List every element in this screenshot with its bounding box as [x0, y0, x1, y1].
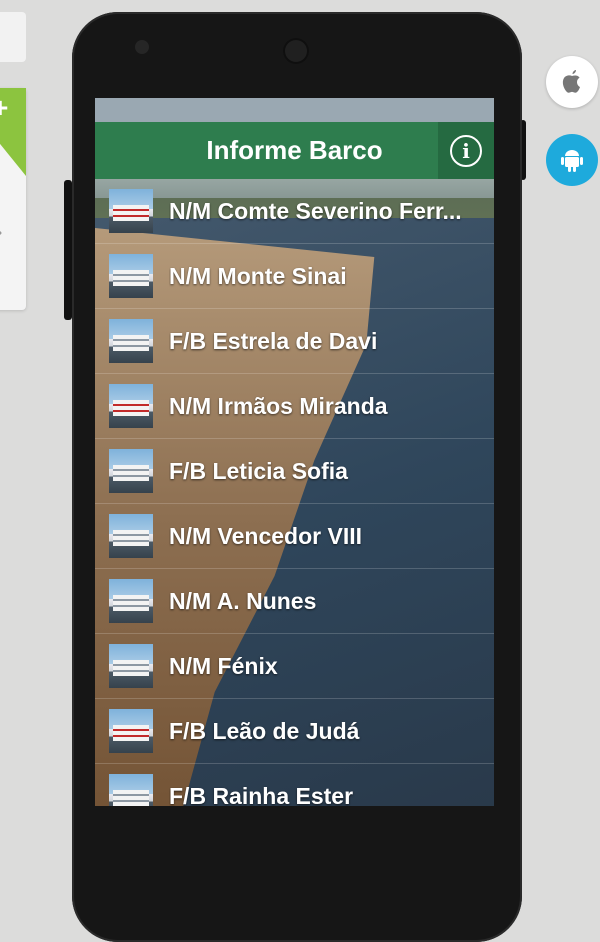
- list-item[interactable]: N/M Fénix: [95, 634, 494, 699]
- list-item[interactable]: F/B Leão de Judá: [95, 699, 494, 764]
- list-item[interactable]: F/B Rainha Ester: [95, 764, 494, 806]
- left-panel-top: [0, 12, 26, 62]
- phone-camera: [283, 38, 309, 64]
- apple-icon: [562, 70, 580, 93]
- boat-thumbnail: [109, 189, 153, 233]
- chevron-right-icon[interactable]: ›: [0, 216, 3, 247]
- boat-name: F/B Estrela de Davi: [169, 327, 378, 354]
- boat-thumbnail: [109, 709, 153, 753]
- list-item[interactable]: N/M Vencedor VIII: [95, 504, 494, 569]
- boat-name: F/B Leão de Judá: [169, 717, 360, 744]
- phone-sensor: [135, 40, 149, 54]
- boat-name: N/M Comte Severino Ferr...: [169, 197, 462, 224]
- phone-volume-button: [64, 180, 72, 320]
- boat-thumbnail: [109, 644, 153, 688]
- app-header: Informe Barco i: [95, 122, 494, 179]
- info-button[interactable]: i: [438, 122, 494, 179]
- boat-thumbnail: [109, 774, 153, 806]
- boat-name: N/M Vencedor VIII: [169, 522, 362, 549]
- boat-name: N/M A. Nunes: [169, 587, 317, 614]
- page-title: Informe Barco: [206, 135, 383, 165]
- boat-name: F/B Leticia Sofia: [169, 457, 348, 484]
- list-item[interactable]: F/B Leticia Sofia: [95, 439, 494, 504]
- boat-thumbnail: [109, 254, 153, 298]
- apple-platform-button[interactable]: [546, 56, 598, 108]
- boat-name: N/M Monte Sinai: [169, 262, 347, 289]
- boat-thumbnail: [109, 449, 153, 493]
- android-icon: [561, 150, 583, 172]
- boat-thumbnail: [109, 514, 153, 558]
- list-item[interactable]: F/B Estrela de Davi: [95, 309, 494, 374]
- boat-name: N/M Fénix: [169, 652, 278, 679]
- list-item[interactable]: N/M A. Nunes: [95, 569, 494, 634]
- app-screen: Informe Barco i N/M Comte Severino Ferr.…: [95, 98, 494, 806]
- status-bar: [95, 98, 494, 122]
- info-icon: i: [450, 134, 482, 167]
- boat-name: F/B Rainha Ester: [169, 782, 354, 807]
- list-item[interactable]: N/M Comte Severino Ferr...: [95, 179, 494, 244]
- boat-thumbnail: [109, 579, 153, 623]
- boat-name: N/M Irmãos Miranda: [169, 392, 388, 419]
- list-item[interactable]: N/M Monte Sinai: [95, 244, 494, 309]
- plus-icon[interactable]: +: [0, 92, 8, 124]
- boat-thumbnail: [109, 384, 153, 428]
- list-item[interactable]: N/M Irmãos Miranda: [95, 374, 494, 439]
- android-platform-button[interactable]: [546, 134, 598, 186]
- boat-list: N/M Comte Severino Ferr... N/M Monte Sina…: [95, 179, 494, 806]
- boat-thumbnail: [109, 319, 153, 363]
